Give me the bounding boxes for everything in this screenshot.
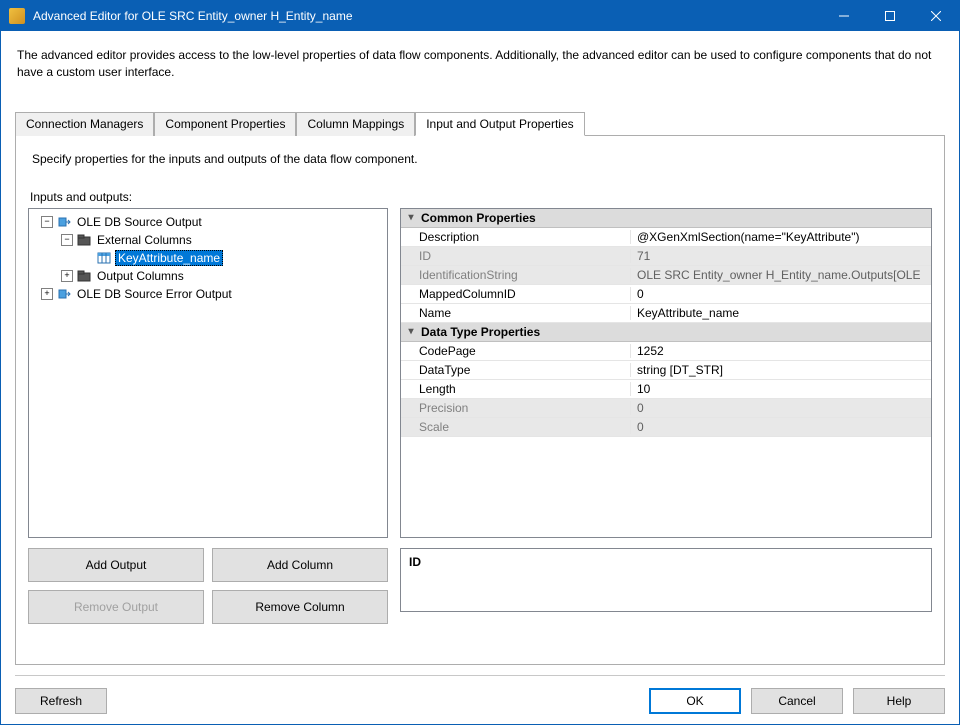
dialog-footer: Refresh OK Cancel Help: [15, 675, 945, 714]
add-column-button[interactable]: Add Column: [212, 548, 388, 582]
advanced-editor-window: Advanced Editor for OLE SRC Entity_owner…: [0, 0, 960, 725]
prop-row-length[interactable]: Length10: [401, 380, 931, 399]
cancel-button[interactable]: Cancel: [751, 688, 843, 714]
maximize-button[interactable]: [867, 1, 913, 31]
remove-column-button[interactable]: Remove Column: [212, 590, 388, 624]
inputs-outputs-label: Inputs and outputs:: [30, 190, 932, 204]
tree-label: OLE DB Source Output: [75, 215, 204, 229]
prop-row-scale: Scale0: [401, 418, 931, 437]
tree-node-error-output[interactable]: + OLE DB Source Error Output: [31, 285, 385, 303]
property-grid[interactable]: ▾ Common Properties Description@XGenXmlSe…: [400, 208, 932, 538]
ok-button[interactable]: OK: [649, 688, 741, 714]
tab-connection-managers[interactable]: Connection Managers: [15, 112, 154, 136]
prop-row-mappedcolumnid[interactable]: MappedColumnID0: [401, 285, 931, 304]
chevron-down-icon: ▾: [405, 326, 417, 337]
prop-row-identificationstring: IdentificationStringOLE SRC Entity_owner…: [401, 266, 931, 285]
tree-label: Output Columns: [95, 269, 186, 283]
folder-icon: [76, 233, 92, 247]
tree-label: External Columns: [95, 233, 194, 247]
tree-label: KeyAttribute_name: [115, 250, 223, 266]
category-common[interactable]: ▾ Common Properties: [401, 209, 931, 228]
tab-input-output-properties[interactable]: Input and Output Properties: [415, 112, 584, 136]
property-help-title: ID: [409, 555, 923, 569]
io-tree[interactable]: − OLE DB Source Output − External Column…: [28, 208, 388, 538]
prop-row-description[interactable]: Description@XGenXmlSection(name="KeyAttr…: [401, 228, 931, 247]
collapse-icon[interactable]: −: [41, 216, 53, 228]
expand-placeholder: [81, 252, 93, 264]
tab-component-properties[interactable]: Component Properties: [154, 112, 296, 136]
prop-row-precision: Precision0: [401, 399, 931, 418]
tree-label: OLE DB Source Error Output: [75, 287, 234, 301]
chevron-down-icon: ▾: [405, 212, 417, 223]
column-icon: [96, 251, 112, 265]
tree-node-external-columns[interactable]: − External Columns: [31, 231, 385, 249]
category-label: Common Properties: [421, 211, 536, 225]
refresh-button[interactable]: Refresh: [15, 688, 107, 714]
titlebar: Advanced Editor for OLE SRC Entity_owner…: [1, 1, 959, 31]
output-icon: [56, 215, 72, 229]
tab-column-mappings[interactable]: Column Mappings: [296, 112, 415, 136]
tree-node-keyattribute[interactable]: KeyAttribute_name: [31, 249, 385, 267]
prop-row-datatype[interactable]: DataTypestring [DT_STR]: [401, 361, 931, 380]
tabstrip: Connection Managers Component Properties…: [15, 111, 945, 136]
output-icon: [56, 287, 72, 301]
window-title: Advanced Editor for OLE SRC Entity_owner…: [33, 9, 821, 23]
intro-text: The advanced editor provides access to t…: [17, 47, 943, 81]
prop-row-name[interactable]: NameKeyAttribute_name: [401, 304, 931, 323]
folder-icon: [76, 269, 92, 283]
app-icon: [9, 8, 25, 24]
tree-node-output-columns[interactable]: + Output Columns: [31, 267, 385, 285]
remove-output-button: Remove Output: [28, 590, 204, 624]
prop-row-codepage[interactable]: CodePage1252: [401, 342, 931, 361]
category-label: Data Type Properties: [421, 325, 540, 339]
tree-node-source-output[interactable]: − OLE DB Source Output: [31, 213, 385, 231]
collapse-icon[interactable]: −: [61, 234, 73, 246]
expand-icon[interactable]: +: [61, 270, 73, 282]
tab-page: Specify properties for the inputs and ou…: [15, 136, 945, 665]
tab-description: Specify properties for the inputs and ou…: [32, 152, 930, 166]
prop-row-id: ID71: [401, 247, 931, 266]
property-help-panel: ID: [400, 548, 932, 612]
minimize-button[interactable]: [821, 1, 867, 31]
add-output-button[interactable]: Add Output: [28, 548, 204, 582]
category-datatype[interactable]: ▾ Data Type Properties: [401, 323, 931, 342]
expand-icon[interactable]: +: [41, 288, 53, 300]
help-button[interactable]: Help: [853, 688, 945, 714]
close-button[interactable]: [913, 1, 959, 31]
